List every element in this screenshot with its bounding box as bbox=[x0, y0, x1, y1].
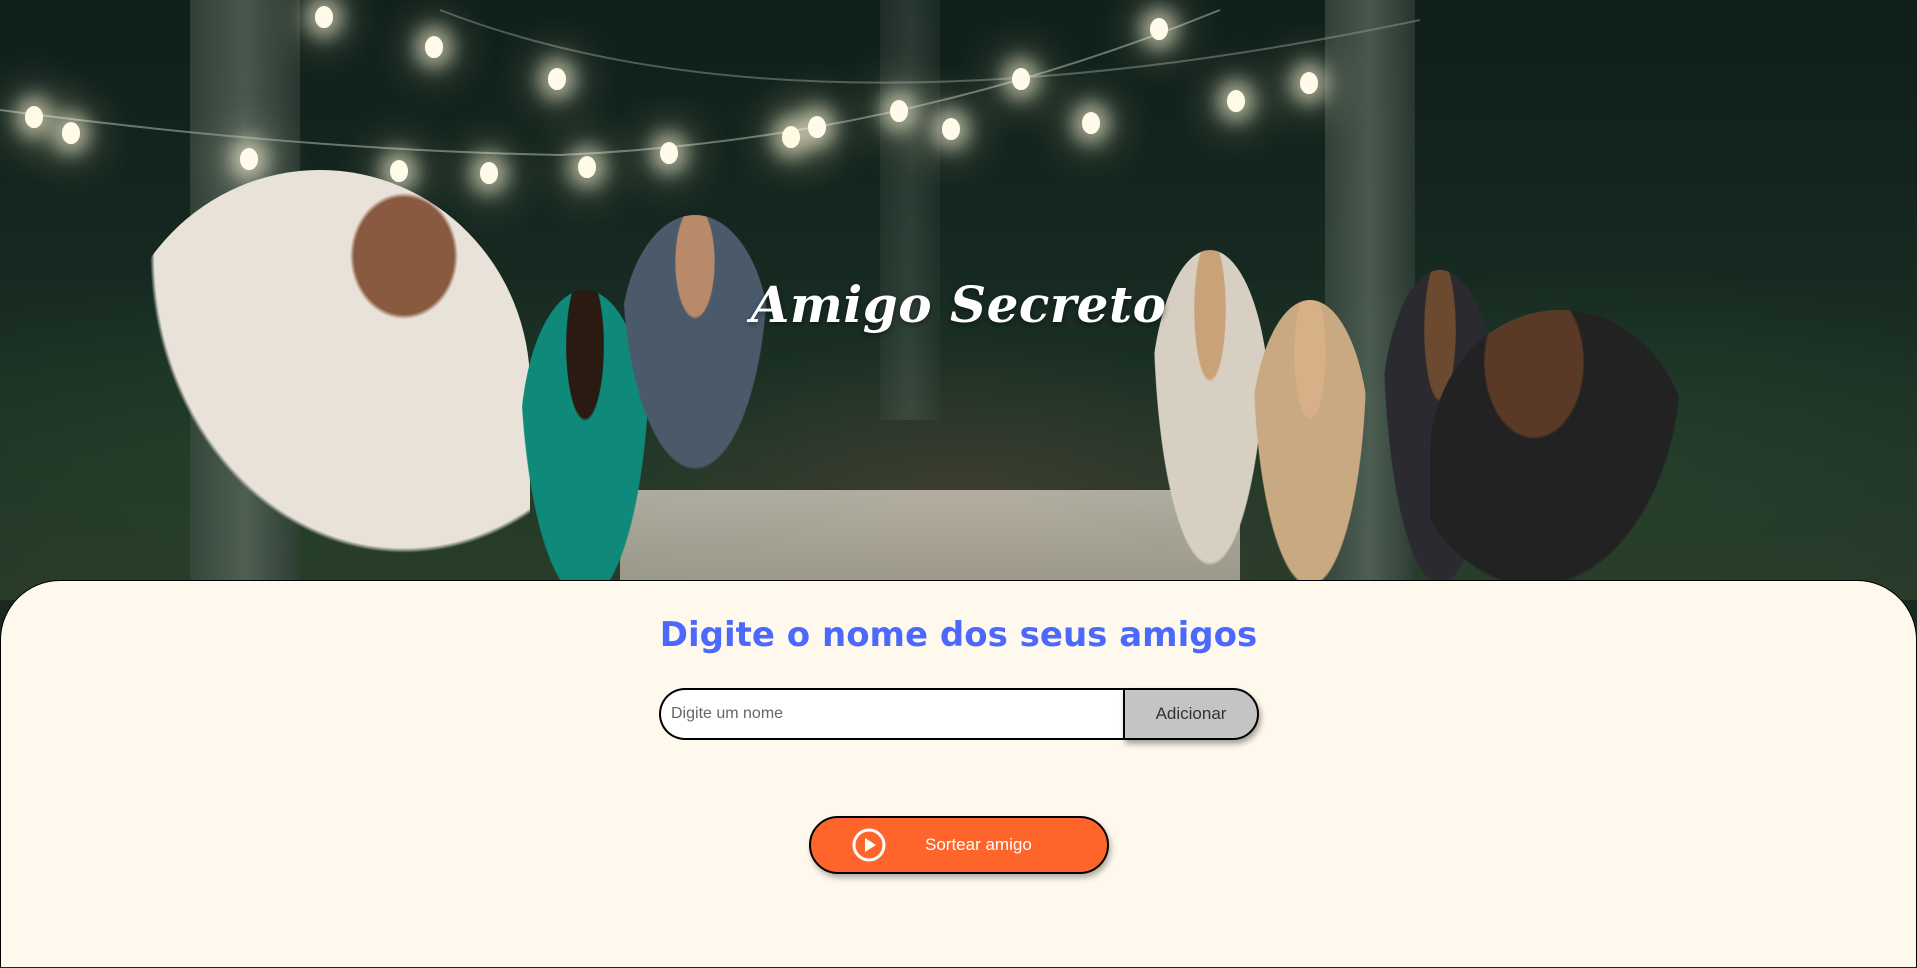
light-bulb bbox=[1227, 90, 1245, 112]
person bbox=[620, 215, 770, 475]
light-bulb bbox=[315, 6, 333, 28]
draw-button-label: Sortear amigo bbox=[925, 835, 1032, 854]
light-bulb bbox=[782, 126, 800, 148]
light-bulb bbox=[1150, 18, 1168, 40]
light-bulb bbox=[425, 36, 443, 58]
light-bulb bbox=[390, 160, 408, 182]
hero-banner: Amigo Secreto bbox=[0, 0, 1917, 600]
light-bulb bbox=[1012, 68, 1030, 90]
light-bulb bbox=[25, 106, 43, 128]
light-bulb bbox=[1300, 72, 1318, 94]
page-title: Amigo Secreto bbox=[750, 275, 1167, 334]
form-heading: Digite o nome dos seus amigos bbox=[659, 615, 1258, 655]
light-bulb bbox=[1082, 112, 1100, 134]
light-bulb bbox=[240, 148, 258, 170]
light-bulb bbox=[62, 122, 80, 144]
person bbox=[1430, 310, 1690, 600]
play-circle-icon bbox=[851, 827, 887, 863]
person bbox=[110, 170, 530, 600]
person bbox=[1250, 300, 1370, 600]
string-lights-wire bbox=[0, 9, 1421, 157]
light-bulb bbox=[548, 68, 566, 90]
light-bulb bbox=[578, 156, 596, 178]
light-bulb bbox=[480, 162, 498, 184]
main-panel: Digite o nome dos seus amigos Adicionar … bbox=[0, 580, 1917, 967]
add-button[interactable]: Adicionar bbox=[1123, 688, 1259, 740]
light-bulb bbox=[942, 118, 960, 140]
draw-friend-button[interactable]: Sortear amigo bbox=[809, 816, 1109, 874]
friend-name-input[interactable] bbox=[659, 688, 1123, 740]
add-friend-row: Adicionar bbox=[659, 688, 1259, 740]
light-bulb bbox=[660, 142, 678, 164]
light-bulb bbox=[890, 100, 908, 122]
light-bulb bbox=[808, 116, 826, 138]
